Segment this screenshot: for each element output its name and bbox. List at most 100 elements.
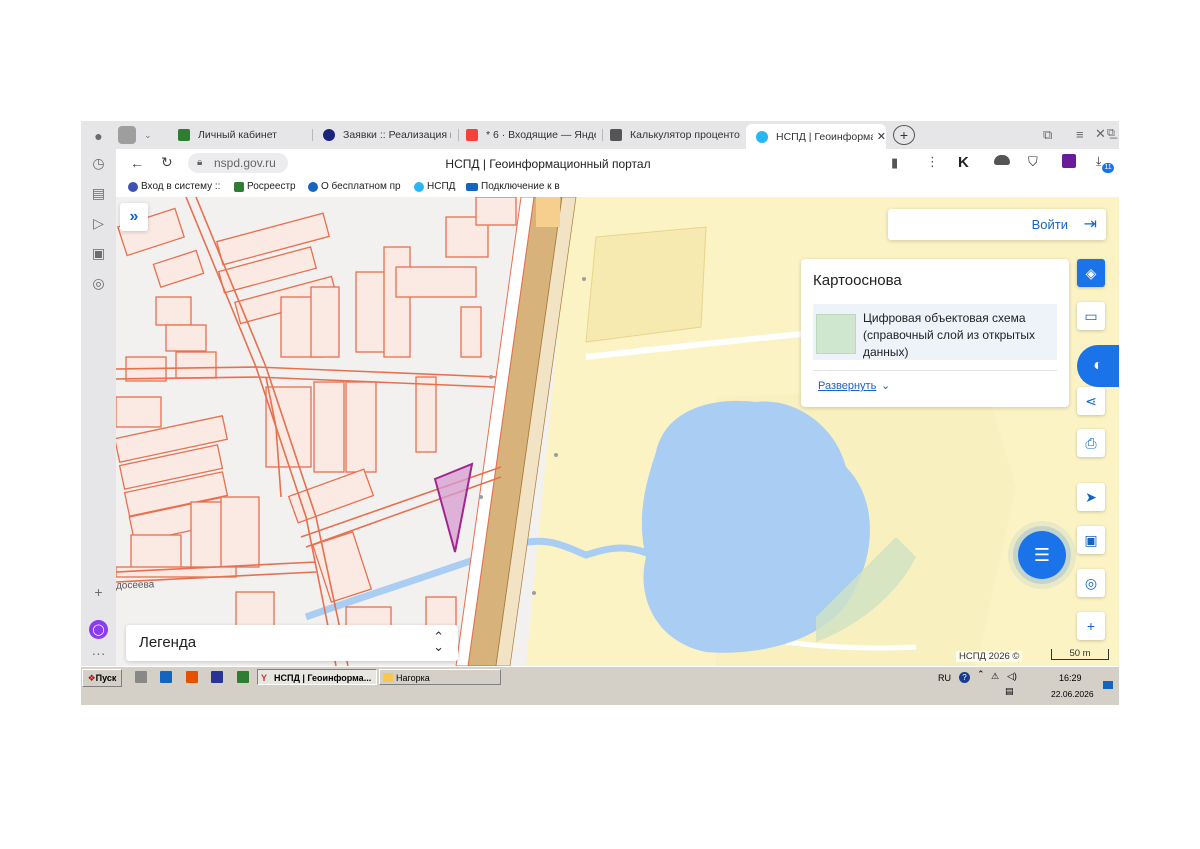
bookmark-icon[interactable]: ▮ [891,155,898,171]
tab-separator [458,129,459,141]
expand-sidebar-button[interactable]: » [120,203,148,231]
profile-icon[interactable]: ● [90,127,107,144]
tray-expand-icon[interactable]: ⌃ [977,669,985,680]
expand-link[interactable]: Развернуть [818,380,876,392]
tab-1[interactable]: Личный кабинет [178,125,303,145]
clock-time: 16:29 [1059,673,1082,683]
taskbar-item-label: НСПД | Геоинформа... [274,673,372,683]
assistant-button[interactable]: ◐ [1077,345,1119,387]
restore-icon[interactable]: ⧉ [1107,127,1115,140]
share-icon: ⋖ [1085,392,1097,409]
zone-parcel [585,226,707,343]
geo-search-button[interactable]: ◎ [1077,569,1105,597]
divider [813,370,1057,371]
tab-separator [602,129,603,141]
bookmark-label: Росреестр [247,181,296,192]
layers-button[interactable]: ◈ [1077,259,1105,287]
basemap-panel: Картооснова Цифровая объектовая схема (с… [801,259,1069,407]
login-arrow-icon: ⇥ [1083,216,1097,233]
zoom-in-button[interactable]: + [1077,612,1105,640]
tab-3[interactable]: * 6 · Входящие — Яндекс [466,125,596,145]
basemap-option[interactable]: Цифровая объектовая схема (справочный сл… [813,304,1057,360]
workspace-switcher[interactable]: ⌄ [118,125,154,145]
bookmark-item[interactable]: Росреестр [234,181,296,192]
assistant-icon: ◐ [1093,357,1103,374]
extension-hat-icon[interactable] [994,155,1010,165]
ruler-button[interactable]: ▭ [1077,302,1105,330]
taskbar-item-browser[interactable]: Y НСПД | Геоинформа... [257,669,377,685]
collections-icon[interactable]: ▤ [90,185,107,202]
map-viewport[interactable]: досеева » Войти ⇥ Картооснова Цифровая о… [116,197,1119,666]
service-icon[interactable]: ▣ [90,245,107,262]
language-indicator[interactable]: RU [938,673,951,683]
zoom-in-icon: + [1086,618,1096,634]
start-button[interactable]: ❖Пуск [82,669,122,687]
history-icon[interactable]: ◷ [90,155,107,172]
tab-favicon-icon [610,129,622,141]
login-button[interactable]: Войти ⇥ [888,209,1106,240]
windows-taskbar: ❖Пуск Y НСПД | Геоинформа... Нагорка RU … [81,666,1119,705]
tab-label: Калькулятор процентов [630,129,740,141]
bookmark-label: Вход в систему :: [141,181,221,192]
street-label: досеева [116,579,155,592]
tab-2[interactable]: Заявки :: Реализация го [323,125,451,145]
chevron-down-icon: ⌄ [881,380,891,392]
quicklaunch-icon[interactable] [160,671,172,683]
basemap-title: Картооснова [813,272,902,289]
taskbar-item-folder[interactable]: Нагорка [379,669,501,685]
download-icon[interactable]: ⤓ [1096,154,1101,169]
windows-logo-icon: ❖ [87,673,96,683]
chat-icon: ☰ [1033,544,1051,565]
share-button[interactable]: ⋖ [1077,387,1105,415]
layers-icon: ◈ [1085,264,1097,281]
alice-assistant-icon[interactable]: ◯ [89,620,108,639]
tab-label: НСПД | Геоинформац [776,130,873,143]
bookmark-favicon-icon [128,181,138,192]
road-segment [536,197,560,227]
extension-map-icon[interactable]: ⛉ [1028,154,1038,170]
more-vertical-icon[interactable]: ⋮ [926,154,939,170]
volume-icon[interactable]: ◁) [1007,671,1017,682]
close-tab-icon[interactable]: ✕ [877,130,886,143]
screenshot-icon[interactable]: ◎ [90,275,107,292]
quicklaunch-icon[interactable] [211,671,223,683]
minimap-icon: ▣ [1084,531,1098,548]
extension-purple-icon[interactable] [1062,154,1076,168]
tab-4[interactable]: Калькулятор процентов [610,125,740,145]
help-icon[interactable]: ? [959,672,970,683]
legend-panel[interactable]: Легенда ⌃ ⌄ [126,625,458,661]
network-icon[interactable]: ⚠ [991,671,999,682]
bookmark-label: О бесплатном пр [321,181,401,192]
extension-k-icon[interactable]: K [958,154,969,171]
bookmark-item[interactable]: Подключение к в [466,181,560,192]
video-icon[interactable]: ▷ [90,215,107,232]
tab-favicon-icon [323,129,335,141]
copyright: НСПД 2026 © [956,651,1023,662]
chevron-up-down-icon: ⌃ ⌄ [433,629,444,654]
bookmark-favicon-icon [308,181,318,192]
close-window-icon[interactable]: ✕ [1095,126,1106,142]
bookmark-item[interactable]: Вход в систему :: [128,181,220,192]
new-tab-button[interactable]: + [893,125,915,145]
add-panel-icon[interactable]: + [90,583,107,600]
bookmark-item[interactable]: НСПД [414,181,455,192]
minimap-button[interactable]: ▣ [1077,526,1105,554]
quicklaunch-icon[interactable] [135,671,147,683]
bookmark-item[interactable]: О бесплатном пр [308,181,401,192]
folder-icon [383,673,393,682]
tab-favicon-icon [756,130,768,143]
tab-5-active[interactable]: НСПД | Геоинформац ✕ [746,124,886,149]
more-icon[interactable]: ··· [90,644,107,661]
bookmarks-manager-icon[interactable]: ⧉ [1043,127,1052,143]
bookmark-label: Подключение к в [481,181,560,192]
chat-button[interactable]: ☰ [1018,531,1066,579]
tray-app-icon[interactable]: ▤ [1005,686,1014,697]
quicklaunch-icon[interactable] [237,671,249,683]
geo-search-icon: ◎ [1084,574,1098,591]
show-desktop-icon[interactable] [1103,681,1113,689]
menu-icon[interactable]: ≡ [1076,127,1084,142]
quicklaunch-icon[interactable] [186,671,198,683]
locate-button[interactable]: ➤ [1077,483,1105,511]
basemap-thumbnail-icon [816,314,856,354]
print-button[interactable]: ⎙ [1077,429,1105,457]
